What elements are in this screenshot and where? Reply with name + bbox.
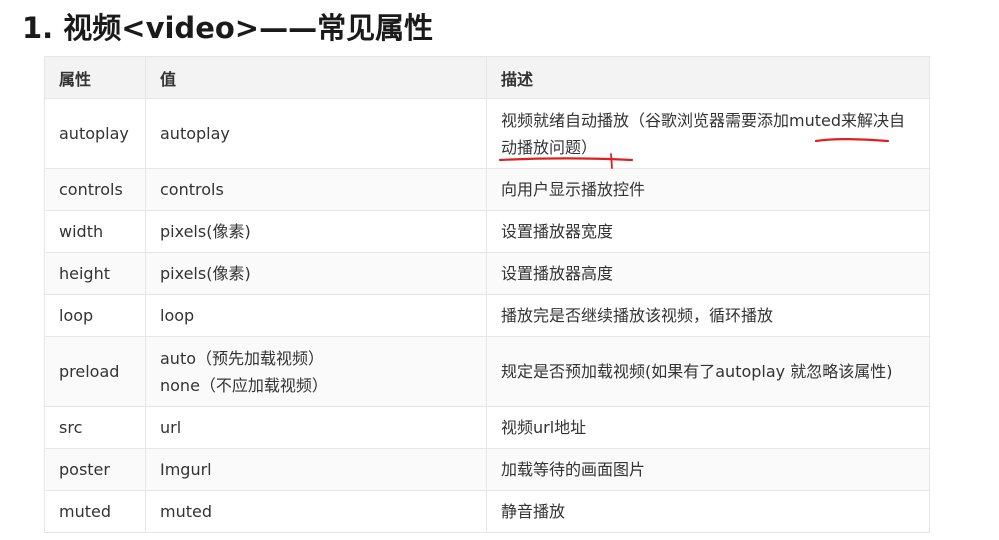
attribute-cell: width	[44, 210, 146, 253]
value-cell: controls	[145, 168, 487, 211]
value-line: none（不应加载视频）	[160, 375, 328, 395]
value-cell: autoplay	[145, 98, 487, 169]
attribute-cell: height	[44, 252, 146, 295]
table-row: muted muted 静音播放	[44, 490, 930, 533]
page-title: 1. 视频<video>——常见属性	[22, 11, 434, 45]
description-cell: 视频url地址	[486, 406, 930, 449]
value-line: pixels(像素)	[160, 222, 251, 241]
description-cell: 静音播放	[486, 490, 930, 533]
value-line: url	[160, 418, 182, 437]
value-line: auto（预先加载视频）	[160, 348, 325, 368]
value-cell: pixels(像素)	[145, 210, 487, 253]
header-value: 值	[145, 56, 487, 99]
description-cell: 向用户显示播放控件	[486, 168, 930, 211]
table-row: src url 视频url地址	[44, 406, 930, 449]
value-cell: Imgurl	[145, 448, 487, 491]
table-row: width pixels(像素) 设置播放器宽度	[44, 210, 930, 253]
header-description: 描述	[486, 56, 930, 99]
description-cell: 播放完是否继续播放该视频，循环播放	[486, 294, 930, 337]
value-line: controls	[160, 180, 224, 199]
attributes-table-wrap: 属性 值 描述 autoplay autoplay 视频就绪自动播放（谷歌浏览器需要…	[44, 56, 930, 533]
value-line: pixels(像素)	[160, 264, 251, 283]
value-cell: loop	[145, 294, 487, 337]
table-header-row: 属性 值 描述	[44, 56, 930, 99]
value-line: loop	[160, 306, 195, 325]
attribute-cell: preload	[44, 336, 146, 407]
table-row: poster Imgurl 加载等待的画面图片	[44, 448, 930, 491]
table-row: autoplay autoplay 视频就绪自动播放（谷歌浏览器需要添加muted来…	[44, 98, 930, 169]
attribute-cell: muted	[44, 490, 146, 533]
header-attribute: 属性	[44, 56, 146, 99]
value-cell: muted	[145, 490, 487, 533]
value-line: autoplay	[160, 124, 230, 143]
attribute-cell: loop	[44, 294, 146, 337]
description-cell: 设置播放器高度	[486, 252, 930, 295]
table-row: controls controls 向用户显示播放控件	[44, 168, 930, 211]
value-line: muted	[160, 502, 212, 521]
table-body: autoplay autoplay 视频就绪自动播放（谷歌浏览器需要添加muted来…	[44, 98, 930, 533]
attribute-cell: poster	[44, 448, 146, 491]
value-cell: url	[145, 406, 487, 449]
attributes-table: 属性 值 描述 autoplay autoplay 视频就绪自动播放（谷歌浏览器需要…	[44, 56, 930, 533]
attribute-cell: controls	[44, 168, 146, 211]
value-cell: pixels(像素)	[145, 252, 487, 295]
table-row: loop loop 播放完是否继续播放该视频，循环播放	[44, 294, 930, 337]
table-row: height pixels(像素) 设置播放器高度	[44, 252, 930, 295]
description-cell: 加载等待的画面图片	[486, 448, 930, 491]
attribute-cell: src	[44, 406, 146, 449]
description-cell: 视频就绪自动播放（谷歌浏览器需要添加muted来解决自动播放问题）	[486, 98, 930, 169]
value-cell: auto（预先加载视频） none（不应加载视频）	[145, 336, 487, 407]
value-line: Imgurl	[160, 460, 212, 479]
description-cell: 设置播放器宽度	[486, 210, 930, 253]
description-cell: 规定是否预加载视频(如果有了autoplay 就忽略该属性)	[486, 336, 930, 407]
attribute-cell: autoplay	[44, 98, 146, 169]
table-row: preload auto（预先加载视频） none（不应加载视频） 规定是否预加载视频…	[44, 336, 930, 407]
